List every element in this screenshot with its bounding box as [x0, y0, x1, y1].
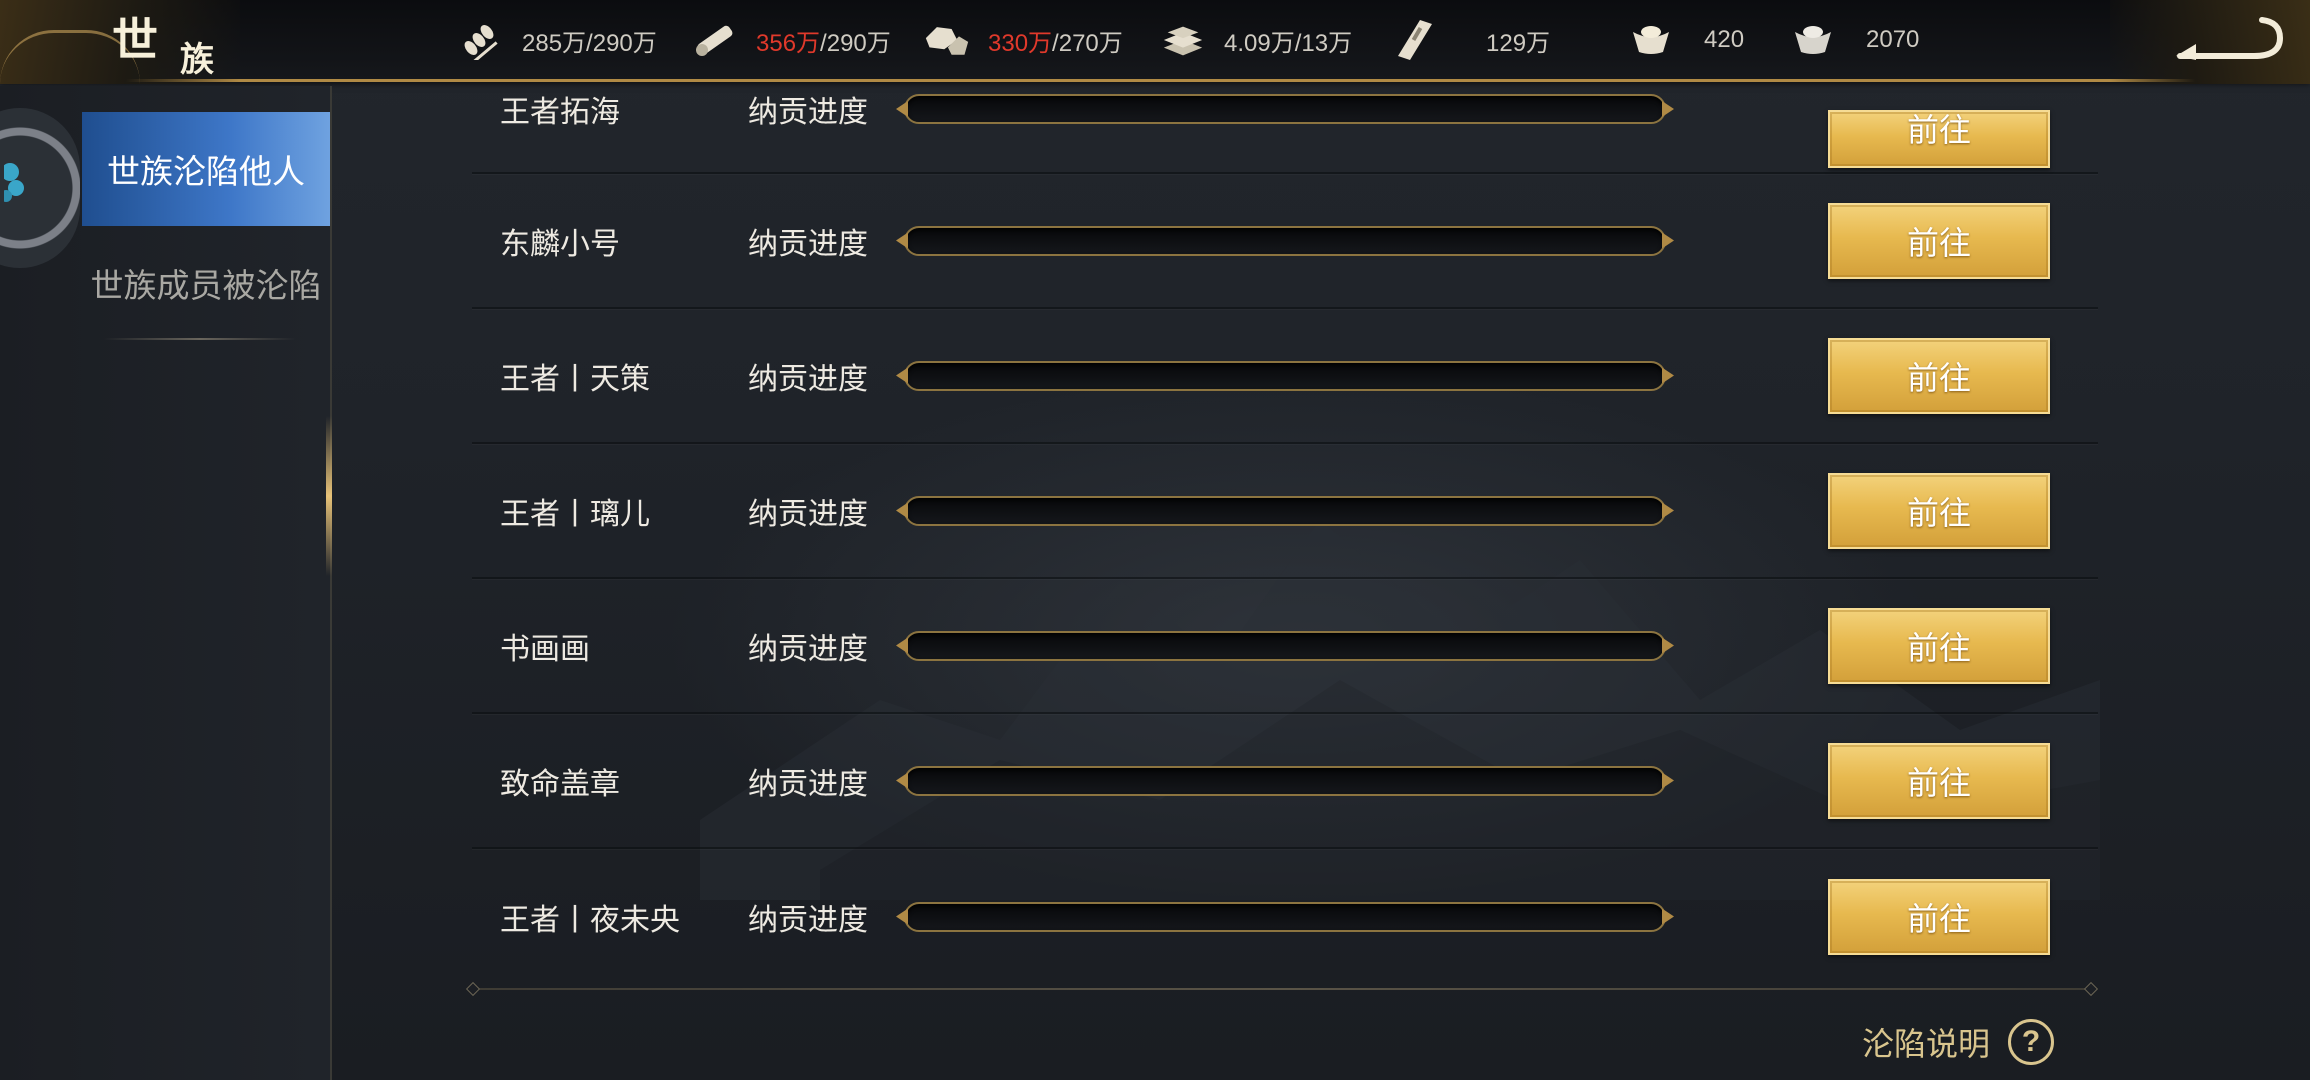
tribute-progress-bar — [904, 630, 1666, 661]
member-name: 王者拓海 — [500, 95, 620, 130]
resource-copper: 129万 — [1392, 18, 1550, 62]
tribute-progress-label: 纳贡进度 — [748, 766, 868, 802]
tribute-list: 王者拓海 纳贡进度 前往 东麟小号 纳贡进度 前往 王者丨天策 纳贡进度 前往 … — [472, 66, 2098, 984]
list-item: 王者丨夜未央 纳贡进度 前往 — [472, 849, 2098, 984]
list-item: 书画画 纳贡进度 前往 — [472, 579, 2098, 714]
resource-gold-current: 420 — [1704, 26, 1745, 53]
tribute-progress-label: 纳贡进度 — [748, 226, 868, 262]
resource-gold: 420 — [1628, 18, 1744, 62]
tribute-progress-bar — [904, 94, 1666, 124]
resource-copper-current: 129万 — [1486, 29, 1551, 57]
wood-icon — [692, 20, 738, 60]
member-name: 王者丨夜未央 — [500, 902, 680, 938]
goto-button[interactable]: 前往 — [1828, 202, 2050, 279]
resource-grain-current: 285万 — [522, 29, 587, 57]
resource-iron: 4.09万/13万 — [1160, 18, 1352, 62]
silver-ingot-icon — [1790, 20, 1836, 60]
tribute-progress-label: 纳贡进度 — [748, 496, 868, 532]
title-char-1: 世 — [112, 13, 160, 67]
tribute-progress-label: 纳贡进度 — [748, 95, 868, 130]
resource-wood-max: /290万 — [820, 29, 891, 57]
tab-members-conquered[interactable]: 世族成员被沦陷 — [82, 226, 330, 340]
resource-grain: 285万/290万 — [458, 18, 657, 62]
help-icon[interactable]: ? — [2008, 1019, 2055, 1065]
goto-button[interactable]: 前往 — [1828, 742, 2050, 819]
member-name: 王者丨璃儿 — [500, 496, 650, 532]
tribute-progress-bar — [904, 495, 1666, 526]
sidebar-edge-glow — [326, 416, 332, 576]
conquer-explanation-button[interactable]: 沦陷说明 ? — [1862, 1016, 2055, 1068]
resource-silver: 2070 — [1790, 18, 1919, 62]
resource-wood: 356万/290万 — [692, 18, 891, 62]
list-item: 致命盖章 纳贡进度 前往 — [472, 714, 2098, 849]
goto-button[interactable]: 前往 — [1828, 337, 2050, 414]
tribute-progress-bar — [904, 360, 1666, 391]
resource-iron-current: 4.09万 — [1224, 29, 1295, 57]
member-name: 王者丨天策 — [500, 361, 650, 397]
list-item: 王者拓海 纳贡进度 前往 — [472, 66, 2098, 174]
resource-grain-max: /290万 — [586, 29, 657, 57]
tribute-progress-bar — [904, 765, 1666, 796]
clan-title-banner: 世 族 — [0, 0, 240, 84]
title-char-2: 族 — [180, 40, 214, 80]
list-item: 王者丨天策 纳贡进度 前往 — [472, 309, 2098, 444]
resource-stone-max: /270万 — [1052, 29, 1123, 57]
resource-stone-current: 330万 — [988, 29, 1053, 57]
member-name: 书画画 — [500, 631, 590, 667]
back-arrow-icon — [2176, 17, 2284, 60]
resource-wood-current: 356万 — [756, 29, 821, 57]
sidebar-divider — [104, 338, 296, 340]
member-name: 致命盖章 — [500, 766, 620, 802]
list-item: 王者丨璃儿 纳贡进度 前往 — [472, 444, 2098, 579]
stone-icon — [924, 20, 970, 60]
tab-clan-conquer-others[interactable]: 世族沦陷他人 — [82, 112, 330, 226]
clan-emblem-icon — [4, 163, 24, 202]
resource-silver-current: 2070 — [1866, 26, 1920, 53]
tribute-progress-label: 纳贡进度 — [748, 361, 868, 397]
list-item: 东麟小号 纳贡进度 前往 — [472, 174, 2098, 309]
resource-iron-max: /13万 — [1294, 29, 1353, 57]
conquer-explanation-label: 沦陷说明 — [1862, 1025, 1991, 1063]
tribute-progress-label: 纳贡进度 — [748, 902, 868, 938]
gold-ingot-icon — [1628, 20, 1674, 60]
tribute-progress-bar — [904, 225, 1666, 256]
iron-icon — [1160, 20, 1206, 60]
goto-button[interactable]: 前往 — [1828, 110, 2050, 168]
back-button[interactable] — [2110, 0, 2310, 84]
goto-button[interactable]: 前往 — [1828, 472, 2050, 549]
tribute-progress-bar — [904, 901, 1666, 932]
grain-icon — [458, 20, 504, 60]
goto-button[interactable]: 前往 — [1828, 878, 2050, 955]
member-name: 东麟小号 — [500, 226, 620, 262]
footer-divider — [472, 988, 2092, 990]
tribute-progress-label: 纳贡进度 — [748, 631, 868, 667]
goto-button[interactable]: 前往 — [1828, 607, 2050, 684]
copper-coin-icon — [1392, 20, 1438, 60]
resource-stone: 330万/270万 — [924, 18, 1123, 62]
